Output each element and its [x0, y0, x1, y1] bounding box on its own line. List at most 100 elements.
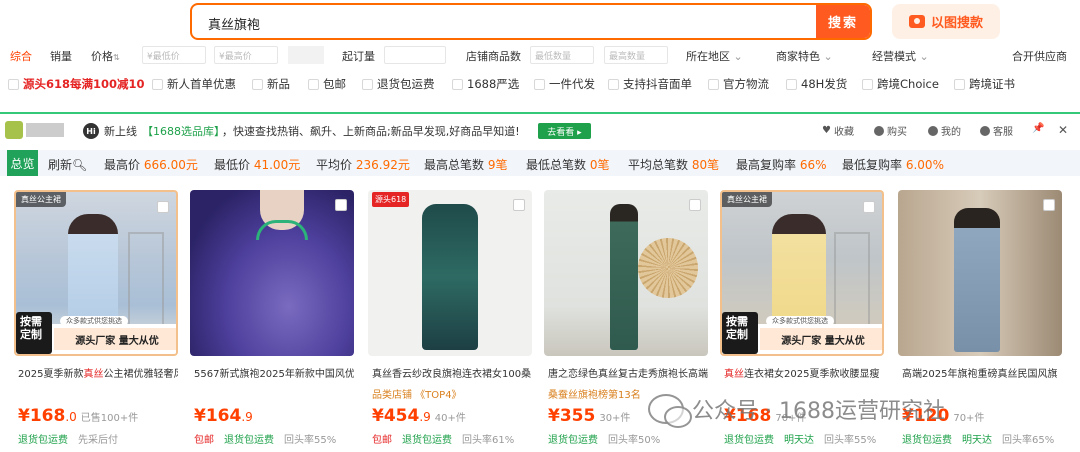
tag-return: 退货包运费 [18, 435, 68, 446]
watermark-text: 公众号 · 1688运营研究社 [692, 399, 945, 424]
stat-max-orders: 最高总笔数 9笔 [424, 156, 507, 173]
option-checkbox[interactable]: 1688严选 [452, 76, 519, 92]
sort-price[interactable]: 价格⇅ [91, 48, 120, 64]
select-checkbox[interactable] [1043, 199, 1055, 211]
go-see-button[interactable]: 去看看 ▸ [538, 123, 591, 139]
service-tool[interactable]: 客服 [980, 123, 1013, 138]
select-checkbox[interactable] [863, 201, 875, 213]
merchant-dropdown[interactable]: 商家特色 ⌄ [776, 48, 833, 64]
checkbox[interactable] [954, 78, 965, 90]
tag-next-day: 明天达 [784, 435, 814, 446]
product-card[interactable]: 源头618 真丝香云纱改良旗袍连衣裙女100桑 品类店铺 《TOP4》 ¥454… [368, 190, 532, 452]
price-min-input[interactable]: ¥最低价 [142, 46, 206, 64]
option-checkbox[interactable]: 跨境证书 [954, 76, 1015, 92]
close-icon[interactable]: ✕ [1058, 123, 1068, 137]
option-checkbox[interactable]: 官方物流 [708, 76, 769, 92]
product-card[interactable]: 5567新式旗袍2025年新款中国风优 ¥164.9 包邮 退货包运费 回头率55% [190, 190, 354, 452]
overview-tab[interactable]: 总览 [7, 150, 38, 176]
mine-tool[interactable]: 我的 [928, 123, 961, 138]
stat-label: 最低复购率 [842, 158, 903, 172]
product-title[interactable]: 高端2025年旗袍重磅真丝民国风旗 [902, 365, 1062, 380]
min-order-label[interactable]: 起订量 [342, 48, 375, 64]
checkbox[interactable] [252, 78, 263, 90]
tag-repurchase: 回头率65% [1002, 435, 1055, 446]
search-button[interactable]: 搜索 [816, 5, 870, 38]
option-checkbox[interactable]: 跨境Choice [862, 76, 939, 92]
option-label: 支持抖音面单 [623, 77, 692, 91]
banner-text: ，快速查找热销、飙升、上新商品;新品早发现,好商品早知道! [222, 125, 520, 138]
option-checkbox[interactable]: 新品 [252, 76, 290, 92]
product-title[interactable]: 真丝香云纱改良旗袍连衣裙女100桑 [372, 365, 532, 380]
search-box[interactable]: 真丝旗袍 搜索 [190, 3, 872, 40]
product-title[interactable]: 5567新式旗袍2025年新款中国风优 [194, 365, 354, 380]
product-image[interactable]: 真丝公主裙 众多款式供您挑选 按需定制 源头厂家 量大从优 [14, 190, 178, 356]
promo-label: 源头618每满100减10 [23, 77, 145, 91]
favorite-tool[interactable]: ♥ 收藏 [822, 123, 854, 138]
sold-count: 30+件 [599, 413, 631, 424]
product-title[interactable]: 唐之恋绿色真丝复古走秀旗袍长高端 [548, 365, 708, 380]
checkbox[interactable] [308, 78, 319, 90]
checkbox[interactable] [534, 78, 545, 90]
pin-icon[interactable]: 📌 [1032, 123, 1044, 134]
product-image[interactable] [898, 190, 1062, 356]
option-checkbox[interactable]: 新人首单优惠 [152, 76, 236, 92]
wechat-icon [648, 394, 692, 428]
image-search-button[interactable]: 以图搜款 [892, 4, 1000, 39]
rank-tag: 品类店铺 《TOP4》 [372, 390, 462, 401]
option-checkbox[interactable]: 一件代发 [534, 76, 595, 92]
product-price: ¥164.9 [194, 406, 253, 426]
max-qty-input[interactable]: 最高数量 [604, 46, 668, 64]
stat-value: 9笔 [487, 158, 508, 172]
option-checkbox[interactable]: 支持抖音面单 [608, 76, 692, 92]
product-image[interactable] [544, 190, 708, 356]
banner-highlight[interactable]: 【1688选品库】 [142, 123, 225, 139]
stat-max-price: 最高价 666.00元 [104, 156, 198, 173]
checkbox[interactable] [862, 78, 873, 90]
select-checkbox[interactable] [689, 199, 701, 211]
checkbox[interactable] [786, 78, 797, 90]
sort-sales[interactable]: 销量 [50, 48, 72, 64]
checkbox[interactable] [452, 78, 463, 90]
checkbox[interactable] [608, 78, 619, 90]
checkbox[interactable] [152, 78, 163, 90]
user-icon [928, 125, 938, 136]
checkbox[interactable] [708, 78, 719, 90]
option-label: 跨境Choice [877, 77, 939, 91]
product-tags: 退货包运费 明天达 回头率55% [724, 431, 876, 446]
buy-tool[interactable]: 购买 [874, 123, 907, 138]
select-checkbox[interactable] [157, 201, 169, 213]
shop-count-label[interactable]: 店铺商品数 [466, 48, 521, 64]
price-int: ¥168 [18, 406, 66, 426]
select-checkbox[interactable] [513, 199, 525, 211]
product-title[interactable]: 真丝连衣裙女2025夏季款收腰显瘦 [724, 365, 884, 380]
product-image[interactable] [190, 190, 354, 356]
checkbox[interactable] [8, 78, 19, 90]
price-max-input[interactable]: ¥最高价 [214, 46, 278, 64]
option-label: 1688严选 [467, 77, 520, 91]
min-qty-input[interactable]: 最低数量 [530, 46, 594, 64]
product-tags: 退货包运费 明天达 回头率65% [902, 431, 1054, 446]
sort-default[interactable]: 综合 [10, 48, 32, 64]
product-image[interactable]: 源头618 [368, 190, 532, 356]
price-dec: .0 [65, 410, 77, 424]
mode-dropdown[interactable]: 经营模式 ⌄ [872, 48, 929, 64]
product-tags: 退货包运费 先采后付 [18, 431, 118, 446]
product-title[interactable]: 2025夏季新款真丝公主裙优雅轻奢风 [18, 365, 178, 380]
refresh-button[interactable]: 刷新🔍︎ [48, 156, 87, 173]
location-dropdown[interactable]: 所在地区 ⌄ [686, 48, 743, 64]
tag-free-shipping: 包邮 [372, 435, 392, 446]
option-checkbox[interactable]: 包邮 [308, 76, 346, 92]
checkbox[interactable] [362, 78, 373, 90]
min-order-input[interactable] [384, 46, 446, 64]
image-search-label: 以图搜款 [930, 16, 983, 31]
search-input[interactable]: 真丝旗袍 [208, 14, 260, 33]
filter-row-sort: 综合 销量 价格⇅ ¥最低价 ¥最高价 起订量 店铺商品数 最低数量 最高数量 … [0, 44, 1080, 66]
open-supplier-link[interactable]: 合开供应商 [1012, 48, 1067, 64]
select-checkbox[interactable] [335, 199, 347, 211]
product-image[interactable]: 真丝公主裙 众多款式供您挑选 按需定制 源头厂家 量大从优 [720, 190, 884, 356]
promo-618-checkbox[interactable]: 源头618每满100减10 [8, 76, 145, 92]
option-checkbox[interactable]: 48H发货 [786, 76, 847, 92]
stat-min-repurchase: 最低复购率 6.00% [842, 156, 944, 173]
product-card[interactable]: 真丝公主裙 众多款式供您挑选 按需定制 源头厂家 量大从优 2025夏季新款真丝… [14, 190, 178, 452]
option-checkbox[interactable]: 退货包运费 [362, 76, 435, 92]
